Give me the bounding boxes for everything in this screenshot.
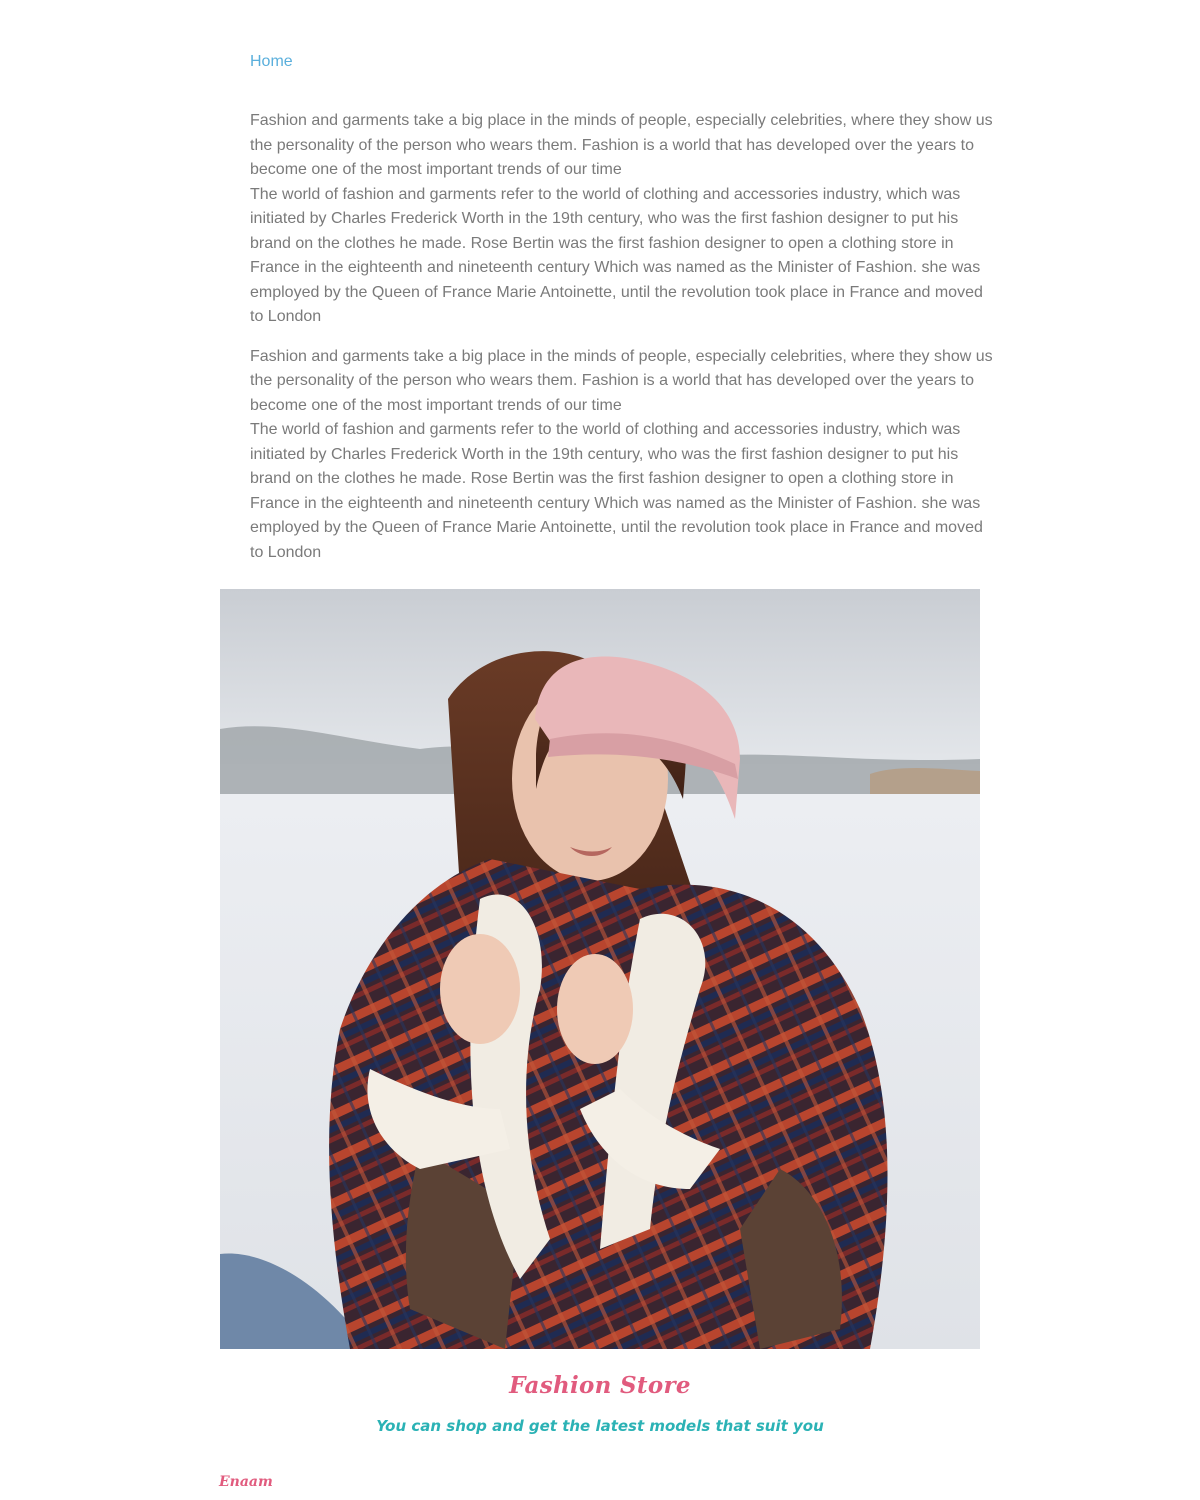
store-tagline: You can shop and get the latest models t… — [376, 1417, 824, 1435]
article-body: Fashion and garments take a big place in… — [250, 109, 1000, 565]
store-brand-title: Fashion Store — [509, 1372, 691, 1399]
author-signature: Enaam — [219, 1474, 273, 1490]
article-paragraph: The world of fashion and garments refer … — [250, 185, 983, 326]
article-paragraph: Fashion and garments take a big place in… — [250, 347, 993, 414]
hero-photo — [220, 589, 980, 1349]
hero-photo-illustration — [220, 589, 980, 1349]
breadcrumb-home-link[interactable]: Home — [250, 53, 293, 71]
article-paragraph: The world of fashion and garments refer … — [250, 421, 983, 561]
article-paragraph: Fashion and garments take a big place in… — [250, 112, 993, 178]
